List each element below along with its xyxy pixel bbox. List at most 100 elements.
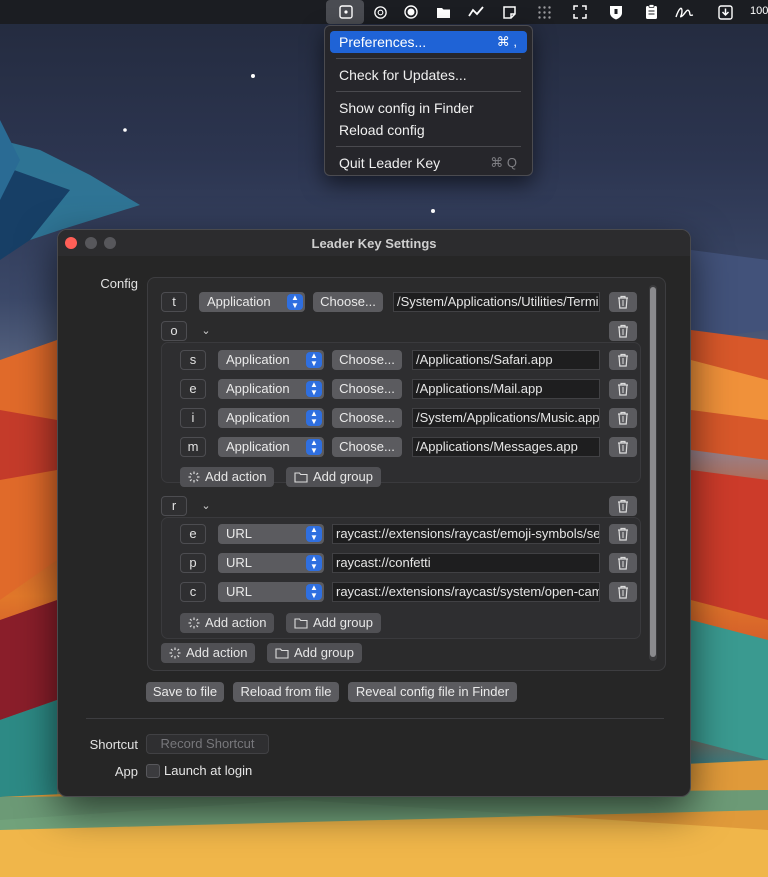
- trash-icon[interactable]: [609, 321, 637, 341]
- choose-button[interactable]: Choose...: [332, 350, 402, 370]
- menu-separator: [336, 58, 521, 59]
- key-field[interactable]: c: [180, 582, 206, 602]
- type-select[interactable]: URL ▲ ▼: [218, 553, 324, 573]
- group-key-field[interactable]: o: [161, 321, 187, 341]
- trash-icon[interactable]: [609, 379, 637, 399]
- menu-item-show-config[interactable]: Show config in Finder: [330, 97, 527, 119]
- path-field[interactable]: /Applications/Safari.app: [412, 350, 600, 370]
- chevron-updown-icon: ▲ ▼: [306, 352, 322, 368]
- trash-icon[interactable]: [609, 437, 637, 457]
- app-label: App: [114, 764, 138, 779]
- key-field[interactable]: p: [180, 553, 206, 573]
- type-select[interactable]: Application ▲ ▼: [199, 292, 305, 312]
- menu-item-quit[interactable]: Quit Leader Key ⌘ Q: [330, 152, 527, 174]
- menu-separator: [336, 91, 521, 92]
- key-field[interactable]: i: [180, 408, 206, 428]
- type-select[interactable]: URL ▲ ▼: [218, 524, 324, 544]
- type-select[interactable]: Application ▲ ▼: [218, 350, 324, 370]
- menu-item-check-updates[interactable]: Check for Updates...: [330, 64, 527, 86]
- url-field[interactable]: raycast://confetti: [332, 553, 600, 573]
- menu-item-preferences[interactable]: Preferences... ⌘ ,: [330, 31, 527, 53]
- trash-icon[interactable]: [609, 496, 637, 516]
- shield-icon[interactable]: [607, 3, 625, 21]
- url-field[interactable]: raycast://extensions/raycast/system/open…: [332, 582, 600, 602]
- add-action-button[interactable]: Add action: [161, 643, 256, 663]
- chevron-updown-icon: ▲ ▼: [306, 439, 322, 455]
- shortcut-label: Shortcut: [89, 737, 138, 752]
- select-value: Application: [226, 352, 290, 367]
- menubar-battery-text[interactable]: 100: [750, 5, 768, 17]
- trash-icon[interactable]: [609, 408, 637, 428]
- reveal-config-button[interactable]: Reveal config file in Finder: [348, 682, 517, 702]
- fullscreen-icon[interactable]: [571, 3, 589, 21]
- trash-icon[interactable]: [609, 524, 637, 544]
- path-field[interactable]: /Applications/Mail.app: [412, 379, 600, 399]
- launch-at-login-label[interactable]: Launch at login: [164, 763, 252, 778]
- save-to-file-button[interactable]: Save to file: [146, 682, 224, 702]
- record-icon[interactable]: [402, 3, 420, 21]
- chevron-down-icon[interactable]: ⌄: [199, 324, 213, 338]
- reload-from-file-button[interactable]: Reload from file: [233, 682, 339, 702]
- clipboard-icon[interactable]: [642, 3, 660, 21]
- chevron-updown-icon: ▲ ▼: [306, 381, 322, 397]
- select-value: Application: [207, 294, 271, 309]
- trash-icon[interactable]: [609, 292, 637, 312]
- sticker-icon[interactable]: [500, 3, 518, 21]
- add-group-button[interactable]: Add group: [286, 613, 381, 633]
- download-icon[interactable]: [716, 3, 734, 21]
- path-field[interactable]: /System/Applications/Utilities/Terminal.…: [393, 292, 600, 312]
- chevron-updown-icon: ▲ ▼: [306, 410, 322, 426]
- chatgpt-icon[interactable]: [371, 3, 389, 21]
- add-action-label: Add action: [205, 469, 267, 484]
- select-value: Application: [226, 439, 290, 454]
- path-field[interactable]: /Applications/Messages.app: [412, 437, 600, 457]
- trash-icon[interactable]: [609, 582, 637, 602]
- window-title: Leader Key Settings: [311, 236, 437, 251]
- record-shortcut-button[interactable]: Record Shortcut: [146, 734, 269, 754]
- chevron-updown-icon: ▲ ▼: [306, 584, 322, 600]
- menu-bar: 100: [0, 0, 768, 24]
- type-select[interactable]: URL ▲ ▼: [218, 582, 324, 602]
- grid-icon[interactable]: [535, 3, 553, 21]
- key-field[interactable]: e: [180, 524, 206, 544]
- type-select[interactable]: Application ▲ ▼: [218, 437, 324, 457]
- key-field[interactable]: e: [180, 379, 206, 399]
- choose-button[interactable]: Choose...: [313, 292, 383, 312]
- config-scrollbar[interactable]: [649, 285, 657, 661]
- spinner-icon: [188, 471, 200, 483]
- key-field[interactable]: s: [180, 350, 206, 370]
- trash-icon[interactable]: [609, 553, 637, 573]
- choose-button[interactable]: Choose...: [332, 408, 402, 428]
- group-key-field[interactable]: r: [161, 496, 187, 516]
- select-value: Application: [226, 410, 290, 425]
- select-value: URL: [226, 584, 253, 599]
- add-action-button[interactable]: Add action: [180, 613, 275, 633]
- add-group-label: Add group: [294, 645, 354, 660]
- folder-icon[interactable]: [434, 3, 452, 21]
- activity-icon[interactable]: [467, 3, 485, 21]
- type-select[interactable]: Application ▲ ▼: [218, 408, 324, 428]
- folder-icon: [275, 647, 289, 659]
- launch-at-login-checkbox[interactable]: [146, 764, 160, 778]
- path-field[interactable]: /System/Applications/Music.app: [412, 408, 600, 428]
- add-action-button[interactable]: Add action: [180, 467, 275, 487]
- add-action-label: Add action: [205, 615, 267, 630]
- leader-key-icon[interactable]: [337, 3, 355, 21]
- select-value: URL: [226, 555, 253, 570]
- url-field[interactable]: raycast://extensions/raycast/emoji-symbo…: [332, 524, 600, 544]
- trash-icon[interactable]: [609, 350, 637, 370]
- settings-window: Leader Key Settings Config t Application…: [57, 229, 691, 797]
- spinner-icon: [188, 617, 200, 629]
- choose-button[interactable]: Choose...: [332, 379, 402, 399]
- menu-item-reload-config[interactable]: Reload config: [330, 119, 527, 141]
- menu-item-label: Show config in Finder: [339, 100, 474, 116]
- key-field[interactable]: t: [161, 292, 187, 312]
- type-select[interactable]: Application ▲ ▼: [218, 379, 324, 399]
- choose-button[interactable]: Choose...: [332, 437, 402, 457]
- key-field[interactable]: m: [180, 437, 206, 457]
- signature-icon[interactable]: [674, 3, 696, 21]
- chevron-down-icon[interactable]: ⌄: [199, 499, 213, 513]
- add-group-button[interactable]: Add group: [267, 643, 362, 663]
- add-group-button[interactable]: Add group: [286, 467, 381, 487]
- scrollbar-thumb[interactable]: [650, 287, 656, 657]
